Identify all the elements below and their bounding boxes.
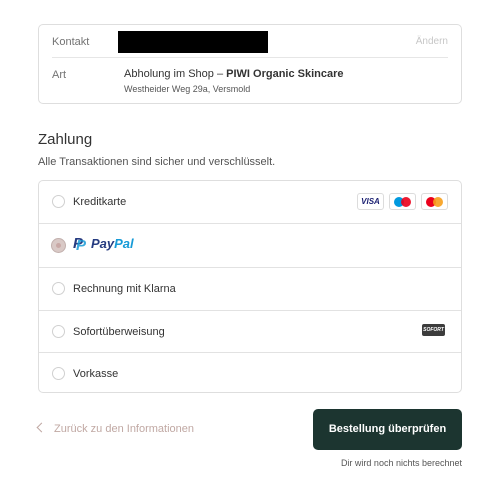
klarna-radio[interactable] (52, 282, 65, 295)
contact-label: Kontakt (52, 36, 90, 48)
sofort-icon: SOFORT (422, 324, 445, 336)
review-order-button[interactable]: Bestellung überprüfen (313, 409, 462, 450)
paypal-wordmark: PayPal (91, 236, 134, 251)
payment-title: Zahlung (38, 131, 93, 148)
payment-option-sofort[interactable]: Sofortüberweisung SOFORT (39, 310, 461, 352)
paypal-p-icon-light: P (76, 237, 87, 254)
no-charge-note: Dir wird noch nichts berechnet (340, 458, 462, 468)
credit-card-radio[interactable] (52, 195, 65, 208)
payment-subtitle: Alle Transaktionen sind sicher und versc… (38, 156, 276, 168)
credit-card-label: Kreditkarte (73, 196, 127, 208)
shipping-method: Abholung im Shop – PIWI Organic Skincare (124, 68, 344, 80)
payment-methods: Kreditkarte VISA P P PayPal Rechnung mit… (38, 180, 462, 393)
contact-row: Kontakt Ändern (52, 25, 448, 58)
sofort-radio[interactable] (52, 325, 65, 338)
shipping-prefix: Abholung im Shop – (124, 68, 227, 80)
shipping-type-row: Art Abholung im Shop – PIWI Organic Skin… (52, 58, 448, 104)
back-to-information-link[interactable]: Zurück zu den Informationen (36, 422, 195, 437)
payment-option-vorkasse[interactable]: Vorkasse (39, 352, 461, 392)
redacted-contact-value (118, 31, 268, 53)
order-summary-box: Kontakt Ändern Art Abholung im Shop – PI… (38, 24, 462, 104)
chevron-left-icon (36, 422, 47, 433)
paypal-radio[interactable] (52, 239, 65, 252)
maestro-icon (389, 193, 416, 210)
shipping-address: Westheider Weg 29a, Versmold (124, 84, 251, 94)
payment-option-credit-card[interactable]: Kreditkarte VISA (39, 181, 461, 223)
change-contact-link[interactable]: Ändern (416, 36, 448, 47)
shipping-store: PIWI Organic Skincare (226, 68, 344, 80)
vorkasse-label: Vorkasse (73, 368, 119, 380)
payment-option-klarna[interactable]: Rechnung mit Klarna (39, 267, 461, 310)
payment-option-paypal[interactable]: P P PayPal (39, 223, 461, 267)
vorkasse-radio[interactable] (52, 367, 65, 380)
sofort-label: Sofortüberweisung (73, 326, 165, 338)
mastercard-icon (421, 193, 448, 210)
klarna-label: Rechnung mit Klarna (73, 283, 176, 295)
back-label: Zurück zu den Informationen (54, 423, 195, 435)
visa-text: VISA (361, 197, 380, 206)
visa-icon: VISA (357, 193, 384, 210)
cut-off-text (38, 0, 338, 3)
type-label: Art (52, 69, 67, 81)
